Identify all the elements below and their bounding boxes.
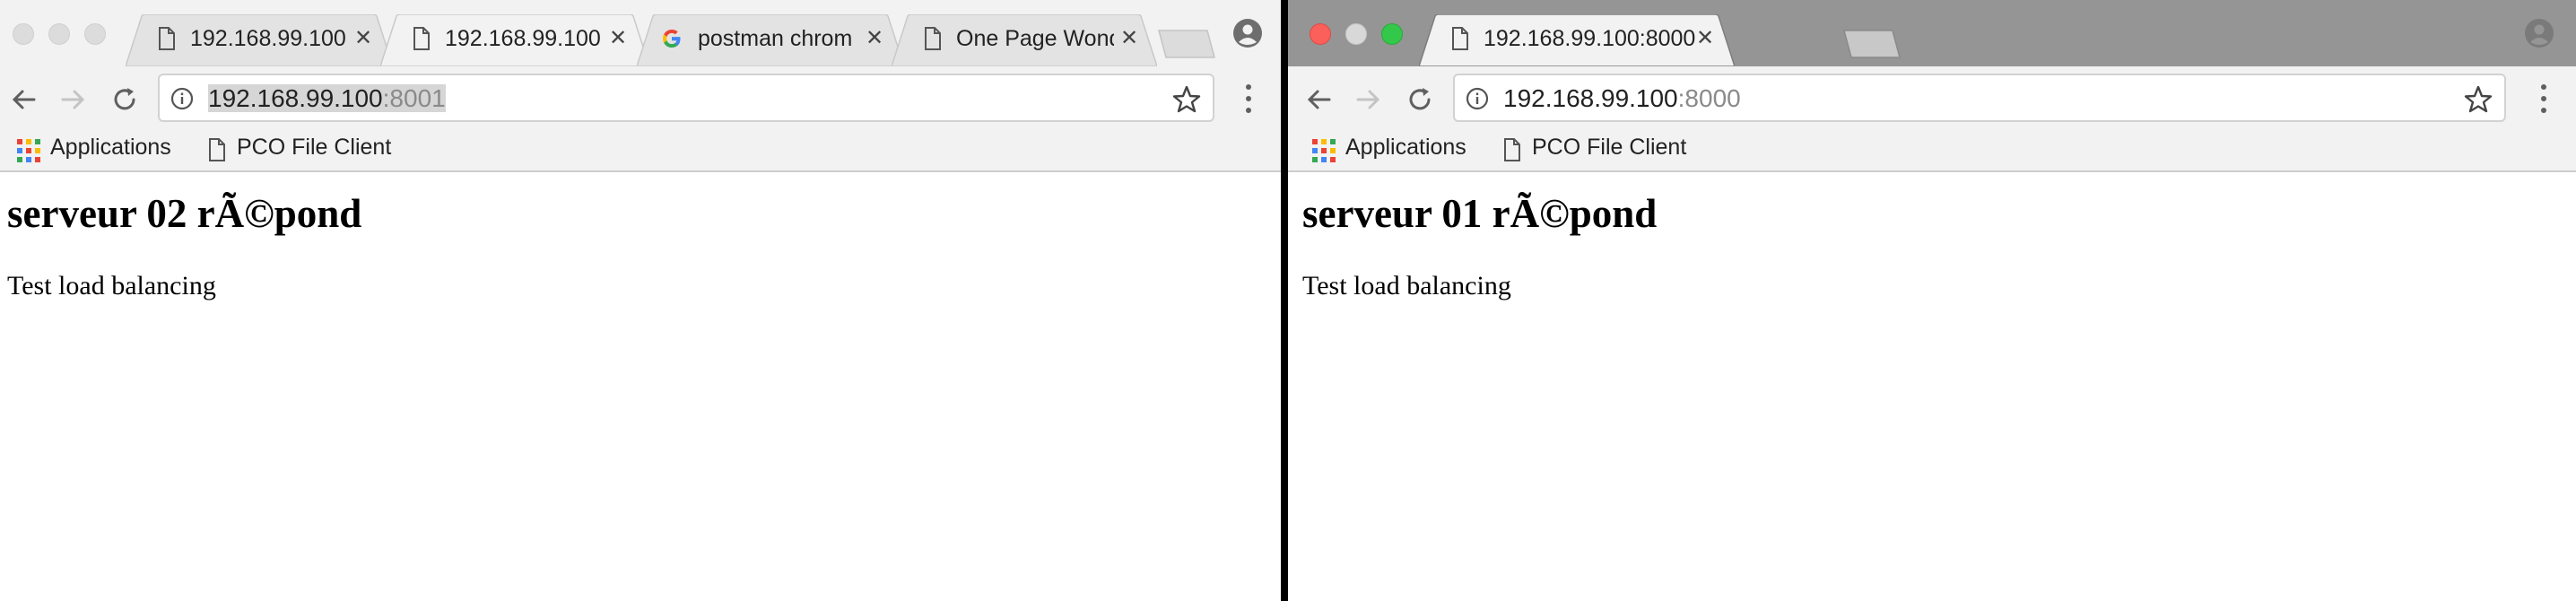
document-icon xyxy=(209,138,225,161)
tab-title: 192.168.99.100:8000 xyxy=(1484,26,1695,51)
apps-grid-icon xyxy=(17,139,40,162)
browser-window-right: 192.168.99.100:8000 ✕ 192.168.99.100:800… xyxy=(1288,0,2576,601)
tab-title: postman chrom xyxy=(698,26,853,51)
profile-avatar-icon[interactable] xyxy=(2524,18,2554,48)
close-tab-icon[interactable]: ✕ xyxy=(606,27,630,50)
url-host: 192.168.99.100 xyxy=(1503,84,1678,112)
bookmark-star-icon[interactable] xyxy=(2463,84,2493,115)
new-tab-button[interactable] xyxy=(1842,29,1902,59)
tab-title: One Page Wond xyxy=(956,26,1114,51)
browser-window-left: 192.168.99.100 ✕ 192.168.99.100: ✕ postm… xyxy=(0,0,1281,601)
url-text[interactable]: 192.168.99.100:8000 xyxy=(1503,84,1741,113)
zoom-window-button[interactable] xyxy=(84,23,106,45)
url-port: :8000 xyxy=(1677,84,1741,112)
site-info-icon[interactable] xyxy=(1466,87,1489,110)
tab-title: 192.168.99.100: xyxy=(445,26,603,51)
tab-strip: 192.168.99.100 ✕ 192.168.99.100: ✕ postm… xyxy=(0,0,1281,66)
document-icon xyxy=(1504,138,1520,161)
close-tab-icon[interactable]: ✕ xyxy=(352,27,375,50)
toolbar: 192.168.99.100:8000 xyxy=(1288,66,2576,131)
menu-dots-icon[interactable] xyxy=(1243,83,1254,115)
bookmark-pco-file-client[interactable]: PCO File Client xyxy=(1532,135,1686,161)
tab-3[interactable]: postman chrom ✕ xyxy=(637,14,904,66)
document-icon xyxy=(159,27,175,50)
minimize-window-button[interactable] xyxy=(1345,23,1367,45)
close-tab-icon[interactable]: ✕ xyxy=(1118,27,1141,50)
url-host: 192.168.99.100 xyxy=(208,84,383,112)
reload-icon[interactable] xyxy=(1405,84,1435,115)
tab-strip: 192.168.99.100:8000 ✕ xyxy=(1288,0,2576,66)
close-tab-icon[interactable]: ✕ xyxy=(863,27,886,50)
address-bar[interactable]: 192.168.99.100:8001 xyxy=(158,74,1214,122)
tab-1-active[interactable]: 192.168.99.100:8000 ✕ xyxy=(1419,14,1735,66)
page-content: serveur 02 rÃ©pond Test load balancing xyxy=(0,174,1281,601)
page-paragraph: Test load balancing xyxy=(1302,271,1511,300)
document-icon xyxy=(925,27,941,50)
toolbar: 192.168.99.100:8001 xyxy=(0,66,1281,131)
document-icon xyxy=(1452,27,1468,50)
url-port: :8001 xyxy=(382,84,446,112)
minimize-window-button[interactable] xyxy=(48,23,70,45)
profile-avatar-icon[interactable] xyxy=(1232,18,1263,48)
back-arrow-icon[interactable] xyxy=(9,84,39,115)
bookmarks-bar: Applications PCO File Client xyxy=(1288,131,2576,172)
google-icon xyxy=(663,30,681,48)
document-icon xyxy=(413,27,430,50)
forward-arrow-icon[interactable] xyxy=(1353,84,1383,115)
bookmarks-bar: Applications PCO File Client xyxy=(0,131,1281,172)
tab-2-active[interactable]: 192.168.99.100: ✕ xyxy=(380,14,649,66)
reload-icon[interactable] xyxy=(109,84,140,115)
bookmark-pco-file-client[interactable]: PCO File Client xyxy=(237,135,391,161)
page-heading: serveur 01 rÃ©pond xyxy=(1302,191,1658,236)
menu-dots-icon[interactable] xyxy=(2538,83,2549,115)
page-paragraph: Test load balancing xyxy=(7,271,216,300)
close-tab-icon[interactable]: ✕ xyxy=(1693,27,1717,50)
bookmark-applications[interactable]: Applications xyxy=(1345,135,1466,161)
tab-title: 192.168.99.100 xyxy=(190,26,346,51)
site-info-icon[interactable] xyxy=(170,87,194,110)
new-tab-button[interactable] xyxy=(1157,29,1216,59)
apps-grid-icon xyxy=(1312,139,1336,162)
back-arrow-icon[interactable] xyxy=(1304,84,1335,115)
forward-arrow-icon[interactable] xyxy=(57,84,88,115)
bookmark-star-icon[interactable] xyxy=(1171,84,1202,115)
tab-1[interactable]: 192.168.99.100 ✕ xyxy=(126,14,393,66)
bookmark-applications[interactable]: Applications xyxy=(50,135,171,161)
url-text[interactable]: 192.168.99.100:8001 xyxy=(208,84,446,113)
address-bar[interactable]: 192.168.99.100:8000 xyxy=(1453,74,2506,122)
close-window-button[interactable] xyxy=(1310,23,1331,45)
zoom-window-button[interactable] xyxy=(1381,23,1403,45)
page-content: serveur 01 rÃ©pond Test load balancing xyxy=(1288,174,2576,601)
tab-4[interactable]: One Page Wond ✕ xyxy=(892,14,1157,66)
close-window-button[interactable] xyxy=(13,23,34,45)
page-heading: serveur 02 rÃ©pond xyxy=(7,191,362,236)
